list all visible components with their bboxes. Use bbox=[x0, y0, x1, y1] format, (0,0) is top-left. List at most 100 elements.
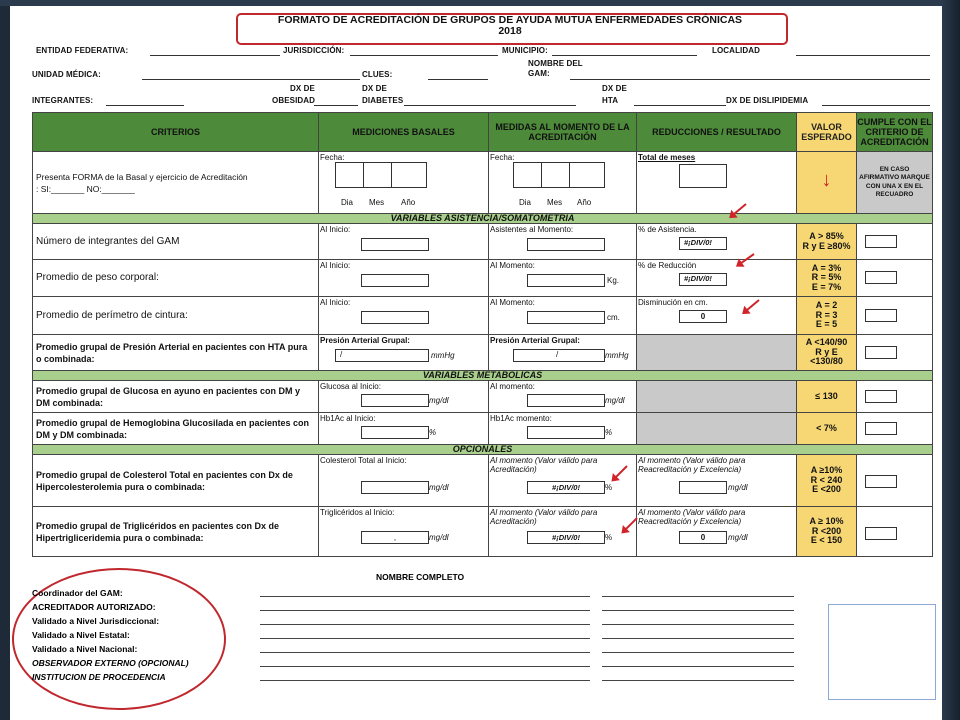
integrantes-label: INTEGRANTES: bbox=[32, 96, 94, 105]
reduccion-cell: % de Asistencia. #¡DIV/0! bbox=[636, 223, 797, 260]
basal-cell: Al Inicio: bbox=[318, 296, 489, 335]
momento-label: Al Momento: bbox=[490, 261, 535, 270]
table-row: Número de integrantes del GAM Al Inicio:… bbox=[32, 223, 933, 260]
header-esperado: VALOR ESPERADO bbox=[796, 112, 857, 152]
reduccion-label: % de Asistencia. bbox=[638, 225, 697, 234]
esperado-cell: A ≥10% R < 240 E <200 bbox=[796, 454, 857, 507]
momento-input[interactable]: / bbox=[513, 349, 605, 362]
signature-line[interactable] bbox=[260, 610, 590, 611]
basal-input[interactable] bbox=[361, 481, 429, 494]
basal-input[interactable] bbox=[361, 394, 429, 407]
momento-input[interactable] bbox=[527, 311, 605, 324]
esperado-value-3: <130/80 bbox=[810, 356, 843, 367]
dx-obesidad-label-1: DX DE bbox=[290, 84, 315, 93]
fecha-label: Fecha: bbox=[490, 153, 515, 162]
signature-line[interactable] bbox=[602, 624, 794, 625]
unidad-field[interactable] bbox=[142, 79, 360, 80]
mes-box[interactable] bbox=[541, 162, 571, 188]
signature-line[interactable] bbox=[260, 652, 590, 653]
signature-line[interactable] bbox=[260, 666, 590, 667]
clues-field[interactable] bbox=[428, 79, 488, 80]
dx-obesidad-field[interactable] bbox=[314, 105, 358, 106]
signature-line[interactable] bbox=[602, 666, 794, 667]
basal-cell: Triglicéridos al Inicio:, mg/dl bbox=[318, 506, 489, 557]
basal-input[interactable] bbox=[361, 426, 429, 439]
dx-hta-label-1: DX DE bbox=[602, 84, 627, 93]
dx-obesidad-label-2: OBESIDAD bbox=[272, 96, 316, 105]
reduccion-unit: mg/dl bbox=[728, 483, 748, 492]
momento-cell: Presión Arterial Grupal: / mmHg bbox=[488, 334, 637, 371]
cumple-checkbox[interactable] bbox=[865, 309, 897, 322]
signature-line[interactable] bbox=[260, 638, 590, 639]
basal-label: Al Inicio: bbox=[320, 298, 351, 307]
sig-estatal: Validado a Nivel Estatal: bbox=[32, 630, 130, 640]
total-meses-label: Total de meses bbox=[638, 153, 696, 162]
mes-box[interactable] bbox=[363, 162, 393, 188]
table-row: Promedio grupal de Glucosa en ayuno en p… bbox=[32, 380, 933, 413]
signature-line[interactable] bbox=[260, 624, 590, 625]
cumple-checkbox[interactable] bbox=[865, 422, 897, 435]
momento-input[interactable] bbox=[527, 238, 605, 251]
esperado-cell: A = 3% R = 5% E = 7% bbox=[796, 259, 857, 297]
dx-hta-field[interactable] bbox=[634, 105, 726, 106]
fecha-label: Fecha: bbox=[320, 153, 345, 162]
localidad-field[interactable] bbox=[796, 55, 930, 56]
basal-input[interactable] bbox=[361, 238, 429, 251]
cumple-checkbox[interactable] bbox=[865, 527, 897, 540]
cumple-checkbox[interactable] bbox=[865, 235, 897, 248]
criterio-cintura: Promedio de perímetro de cintura: bbox=[32, 296, 319, 335]
signature-line[interactable] bbox=[602, 610, 794, 611]
reduccion-cell: % de Reducción #¡DIV/0! bbox=[636, 259, 797, 297]
basal-input[interactable]: / bbox=[335, 349, 429, 362]
stamp-box[interactable] bbox=[828, 604, 936, 700]
momento-unit: % bbox=[605, 428, 613, 437]
signature-line[interactable] bbox=[602, 596, 794, 597]
reduccion-input[interactable] bbox=[679, 481, 727, 494]
table-row: Promedio grupal de Colesterol Total en p… bbox=[32, 454, 933, 507]
nombre-completo-header: NOMBRE COMPLETO bbox=[376, 572, 465, 582]
momento-input[interactable] bbox=[527, 426, 605, 439]
nombre-gam-label-1: NOMBRE DEL bbox=[528, 59, 583, 68]
entidad-field[interactable] bbox=[150, 55, 280, 56]
momento-input[interactable] bbox=[527, 274, 605, 287]
momento-input[interactable] bbox=[527, 394, 605, 407]
anio-box[interactable] bbox=[569, 162, 605, 188]
signature-line[interactable] bbox=[260, 680, 590, 681]
municipio-field[interactable] bbox=[552, 55, 697, 56]
dia-box[interactable] bbox=[335, 162, 365, 188]
sig-jurisdiccional: Validado a Nivel Jurisdiccional: bbox=[32, 616, 160, 626]
anio-box[interactable] bbox=[391, 162, 427, 188]
total-meses-box[interactable] bbox=[679, 164, 727, 188]
dia-box[interactable] bbox=[513, 162, 543, 188]
signature-line[interactable] bbox=[602, 652, 794, 653]
signature-line[interactable] bbox=[260, 596, 590, 597]
momento-output: #¡DIV/0! bbox=[527, 531, 605, 544]
nombre-gam-label-2: GAM: bbox=[528, 69, 550, 78]
momento-label: Al momento (Valor válido para Acreditaci… bbox=[490, 508, 598, 526]
momento-cell: Al Momento: Kg. bbox=[488, 259, 637, 297]
nombre-gam-field[interactable] bbox=[570, 79, 930, 80]
header-criterios: CRITERIOS bbox=[32, 112, 319, 152]
reduccion-value: 0 bbox=[700, 312, 706, 321]
localidad-label: LOCALIDAD bbox=[712, 46, 761, 55]
anio-label: Año bbox=[401, 198, 416, 207]
basal-input[interactable]: , bbox=[361, 531, 429, 544]
dx-diabetes-field[interactable] bbox=[404, 105, 576, 106]
cumple-checkbox[interactable] bbox=[865, 390, 897, 403]
entidad-label: ENTIDAD FEDERATIVA: bbox=[36, 46, 129, 55]
dx-dislipidemia-field[interactable] bbox=[822, 105, 930, 106]
cumple-checkbox[interactable] bbox=[865, 346, 897, 359]
cumple-checkbox[interactable] bbox=[865, 475, 897, 488]
momento-cell: Al momento: mg/dl bbox=[488, 380, 637, 413]
basal-input[interactable] bbox=[361, 274, 429, 287]
basal-input[interactable] bbox=[361, 311, 429, 324]
cumple-checkbox[interactable] bbox=[865, 271, 897, 284]
momento-unit: % bbox=[605, 533, 613, 542]
clues-label: CLUES: bbox=[362, 70, 393, 79]
signature-line[interactable] bbox=[602, 638, 794, 639]
jurisdiccion-field[interactable] bbox=[350, 55, 498, 56]
cumple-cell bbox=[856, 454, 933, 507]
signature-line[interactable] bbox=[602, 680, 794, 681]
momento-label: Al momento: bbox=[490, 382, 535, 391]
integrantes-field[interactable] bbox=[106, 105, 184, 106]
